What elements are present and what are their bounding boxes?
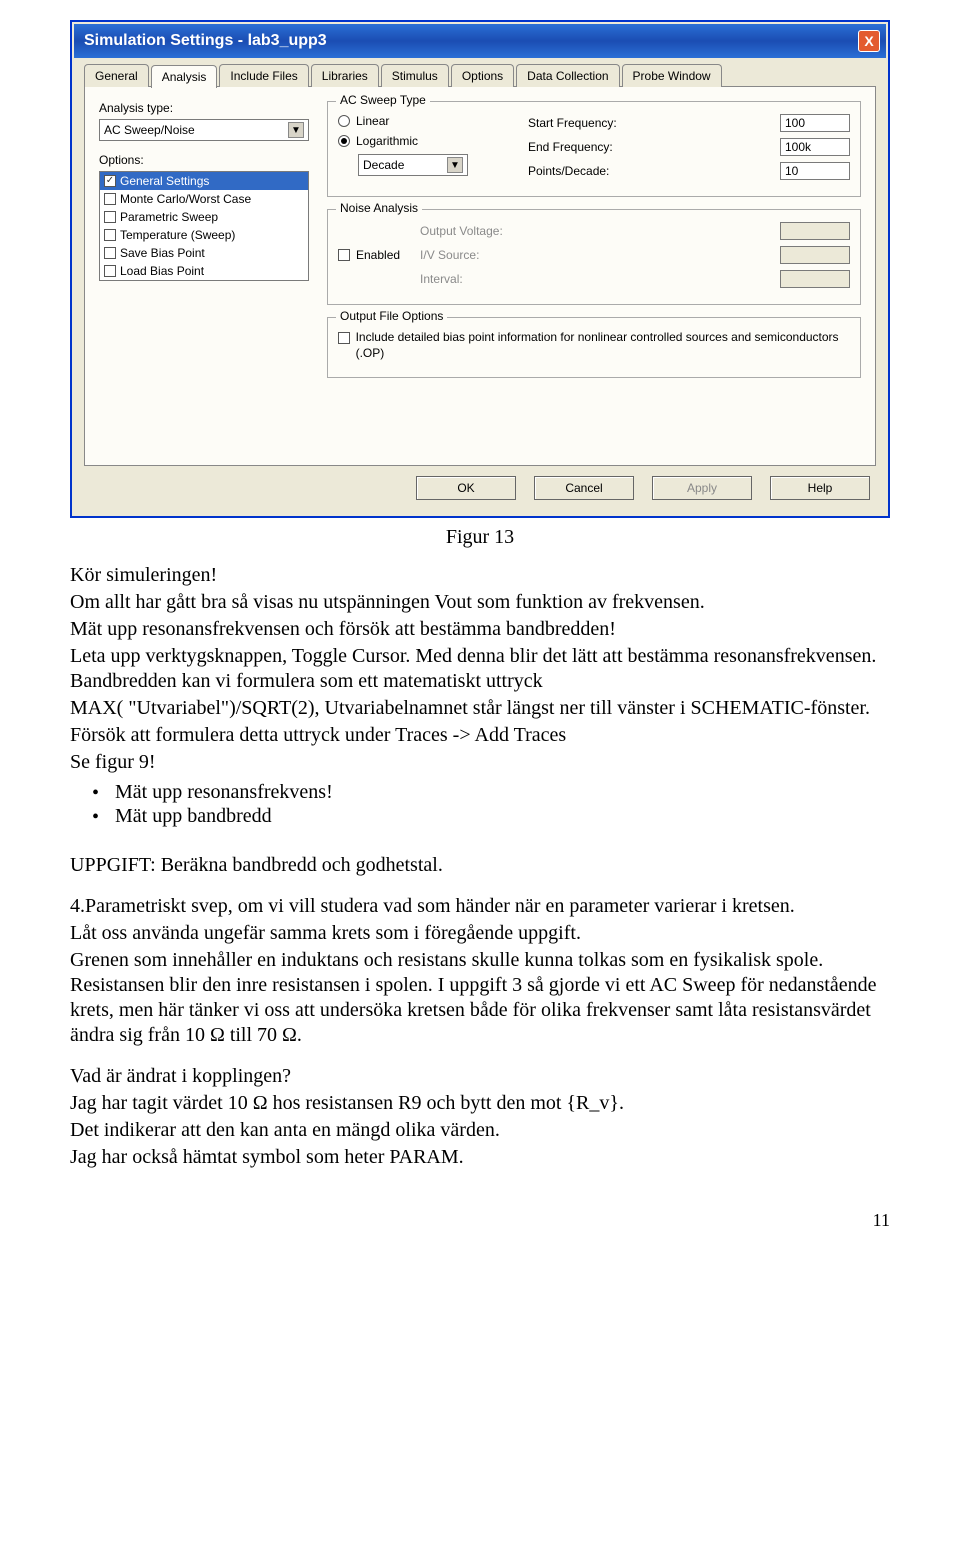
paragraph: Jag har tagit värdet 10 Ω hos resistanse…: [70, 1091, 890, 1116]
checkbox-icon: [104, 229, 116, 241]
checkbox-icon: [104, 193, 116, 205]
paragraph: Jag har också hämtat symbol som heter PA…: [70, 1145, 890, 1170]
page-number: 11: [70, 1210, 890, 1231]
paragraph: Vad är ändrat i kopplingen?: [70, 1064, 890, 1089]
noise-group: Noise Analysis Enabled Output Voltage:: [327, 209, 861, 305]
chevron-down-icon: ▼: [447, 157, 463, 173]
ov-label: Output Voltage:: [420, 224, 772, 238]
close-icon[interactable]: X: [858, 30, 880, 52]
checkbox-icon: [104, 211, 116, 223]
radio-linear[interactable]: Linear: [338, 114, 508, 128]
tab-analysis[interactable]: Analysis: [151, 65, 218, 88]
tab-probe-window[interactable]: Probe Window: [622, 64, 722, 87]
radio-icon: [338, 135, 350, 147]
options-label: Options:: [99, 153, 309, 167]
tab-include-files[interactable]: Include Files: [219, 64, 308, 87]
titlebar[interactable]: Simulation Settings - lab3_upp3 X: [74, 24, 886, 58]
paragraph: Låt oss använda ungefär samma krets som …: [70, 921, 890, 946]
tab-stimulus[interactable]: Stimulus: [381, 64, 449, 87]
iv-label: I/V Source:: [420, 248, 772, 262]
simulation-settings-dialog: Simulation Settings - lab3_upp3 X Genera…: [70, 20, 890, 518]
paragraph: 4.Parametriskt svep, om vi vill studera …: [70, 894, 890, 919]
radio-icon: [338, 115, 350, 127]
paragraph: Leta upp verktygsknappen, Toggle Cursor.…: [70, 644, 890, 694]
paragraph: Det indikerar att den kan anta en mängd …: [70, 1118, 890, 1143]
window-title: Simulation Settings - lab3_upp3: [84, 32, 327, 50]
start-freq-input[interactable]: [780, 114, 850, 132]
paragraph: Se figur 9!: [70, 750, 890, 775]
tabs: General Analysis Include Files Libraries…: [84, 64, 876, 87]
checkbox-icon: [104, 265, 116, 277]
output-file-group: Output File Options Include detailed bia…: [327, 317, 861, 378]
end-freq-input[interactable]: [780, 138, 850, 156]
checkbox-icon: [338, 332, 350, 344]
tab-options[interactable]: Options: [451, 64, 514, 87]
paragraph: Om allt har gått bra så visas nu utspänn…: [70, 590, 890, 615]
dialog-buttons: OK Cancel Apply Help: [84, 466, 876, 504]
cancel-button[interactable]: Cancel: [534, 476, 634, 500]
option-save-bias[interactable]: Save Bias Point: [100, 244, 308, 262]
noise-legend: Noise Analysis: [336, 201, 422, 215]
option-parametric-sweep[interactable]: Parametric Sweep: [100, 208, 308, 226]
tab-data-collection[interactable]: Data Collection: [516, 64, 619, 87]
paragraph: Grenen som innehåller en induktans och r…: [70, 948, 890, 1048]
list-item: Mät upp bandbredd: [70, 805, 890, 829]
analysis-panel: Analysis type: AC Sweep/Noise ▼ Options:…: [84, 86, 876, 466]
scale-dropdown[interactable]: Decade ▼: [358, 154, 468, 176]
interval-label: Interval:: [420, 272, 772, 286]
radio-logarithmic[interactable]: Logarithmic: [338, 134, 508, 148]
option-load-bias[interactable]: Load Bias Point: [100, 262, 308, 280]
checkbox-icon: [104, 247, 116, 259]
figure-caption: Figur 13: [70, 526, 890, 549]
iv-input: [780, 246, 850, 264]
ov-input: [780, 222, 850, 240]
option-general-settings[interactable]: General Settings: [100, 172, 308, 190]
apply-button: Apply: [652, 476, 752, 500]
ofo-legend: Output File Options: [336, 309, 447, 323]
chevron-down-icon: ▼: [288, 122, 304, 138]
ppd-label: Points/Decade:: [528, 164, 772, 178]
document-body: Kör simuleringen! Om allt har gått bra s…: [70, 563, 890, 1231]
noise-enabled-checkbox[interactable]: Enabled: [338, 222, 400, 288]
options-list[interactable]: General Settings Monte Carlo/Worst Case …: [99, 171, 309, 281]
start-freq-label: Start Frequency:: [528, 116, 772, 130]
analysis-type-label: Analysis type:: [99, 101, 309, 115]
paragraph: Kör simuleringen!: [70, 563, 890, 588]
option-temperature-sweep[interactable]: Temperature (Sweep): [100, 226, 308, 244]
ok-button[interactable]: OK: [416, 476, 516, 500]
ac-sweep-group: AC Sweep Type Linear Logarithmic: [327, 101, 861, 197]
list-item: Mät upp resonansfrekvens!: [70, 781, 890, 805]
tab-libraries[interactable]: Libraries: [311, 64, 379, 87]
help-button[interactable]: Help: [770, 476, 870, 500]
checkbox-icon: [338, 249, 350, 261]
end-freq-label: End Frequency:: [528, 140, 772, 154]
paragraph: Försök att formulera detta uttryck under…: [70, 723, 890, 748]
task-heading: UPPGIFT: Beräkna bandbredd och godhetsta…: [70, 853, 890, 878]
paragraph: Mät upp resonansfrekvensen och försök at…: [70, 617, 890, 642]
analysis-type-value: AC Sweep/Noise: [104, 123, 195, 137]
ac-sweep-legend: AC Sweep Type: [336, 93, 430, 107]
interval-input: [780, 270, 850, 288]
tab-general[interactable]: General: [84, 64, 149, 87]
ofo-checkbox[interactable]: Include detailed bias point information …: [338, 330, 850, 361]
analysis-type-dropdown[interactable]: AC Sweep/Noise ▼: [99, 119, 309, 141]
paragraph: MAX( "Utvariabel")/SQRT(2), Utvariabelna…: [70, 696, 890, 721]
option-monte-carlo[interactable]: Monte Carlo/Worst Case: [100, 190, 308, 208]
ppd-input[interactable]: [780, 162, 850, 180]
checkbox-icon: [104, 175, 116, 187]
